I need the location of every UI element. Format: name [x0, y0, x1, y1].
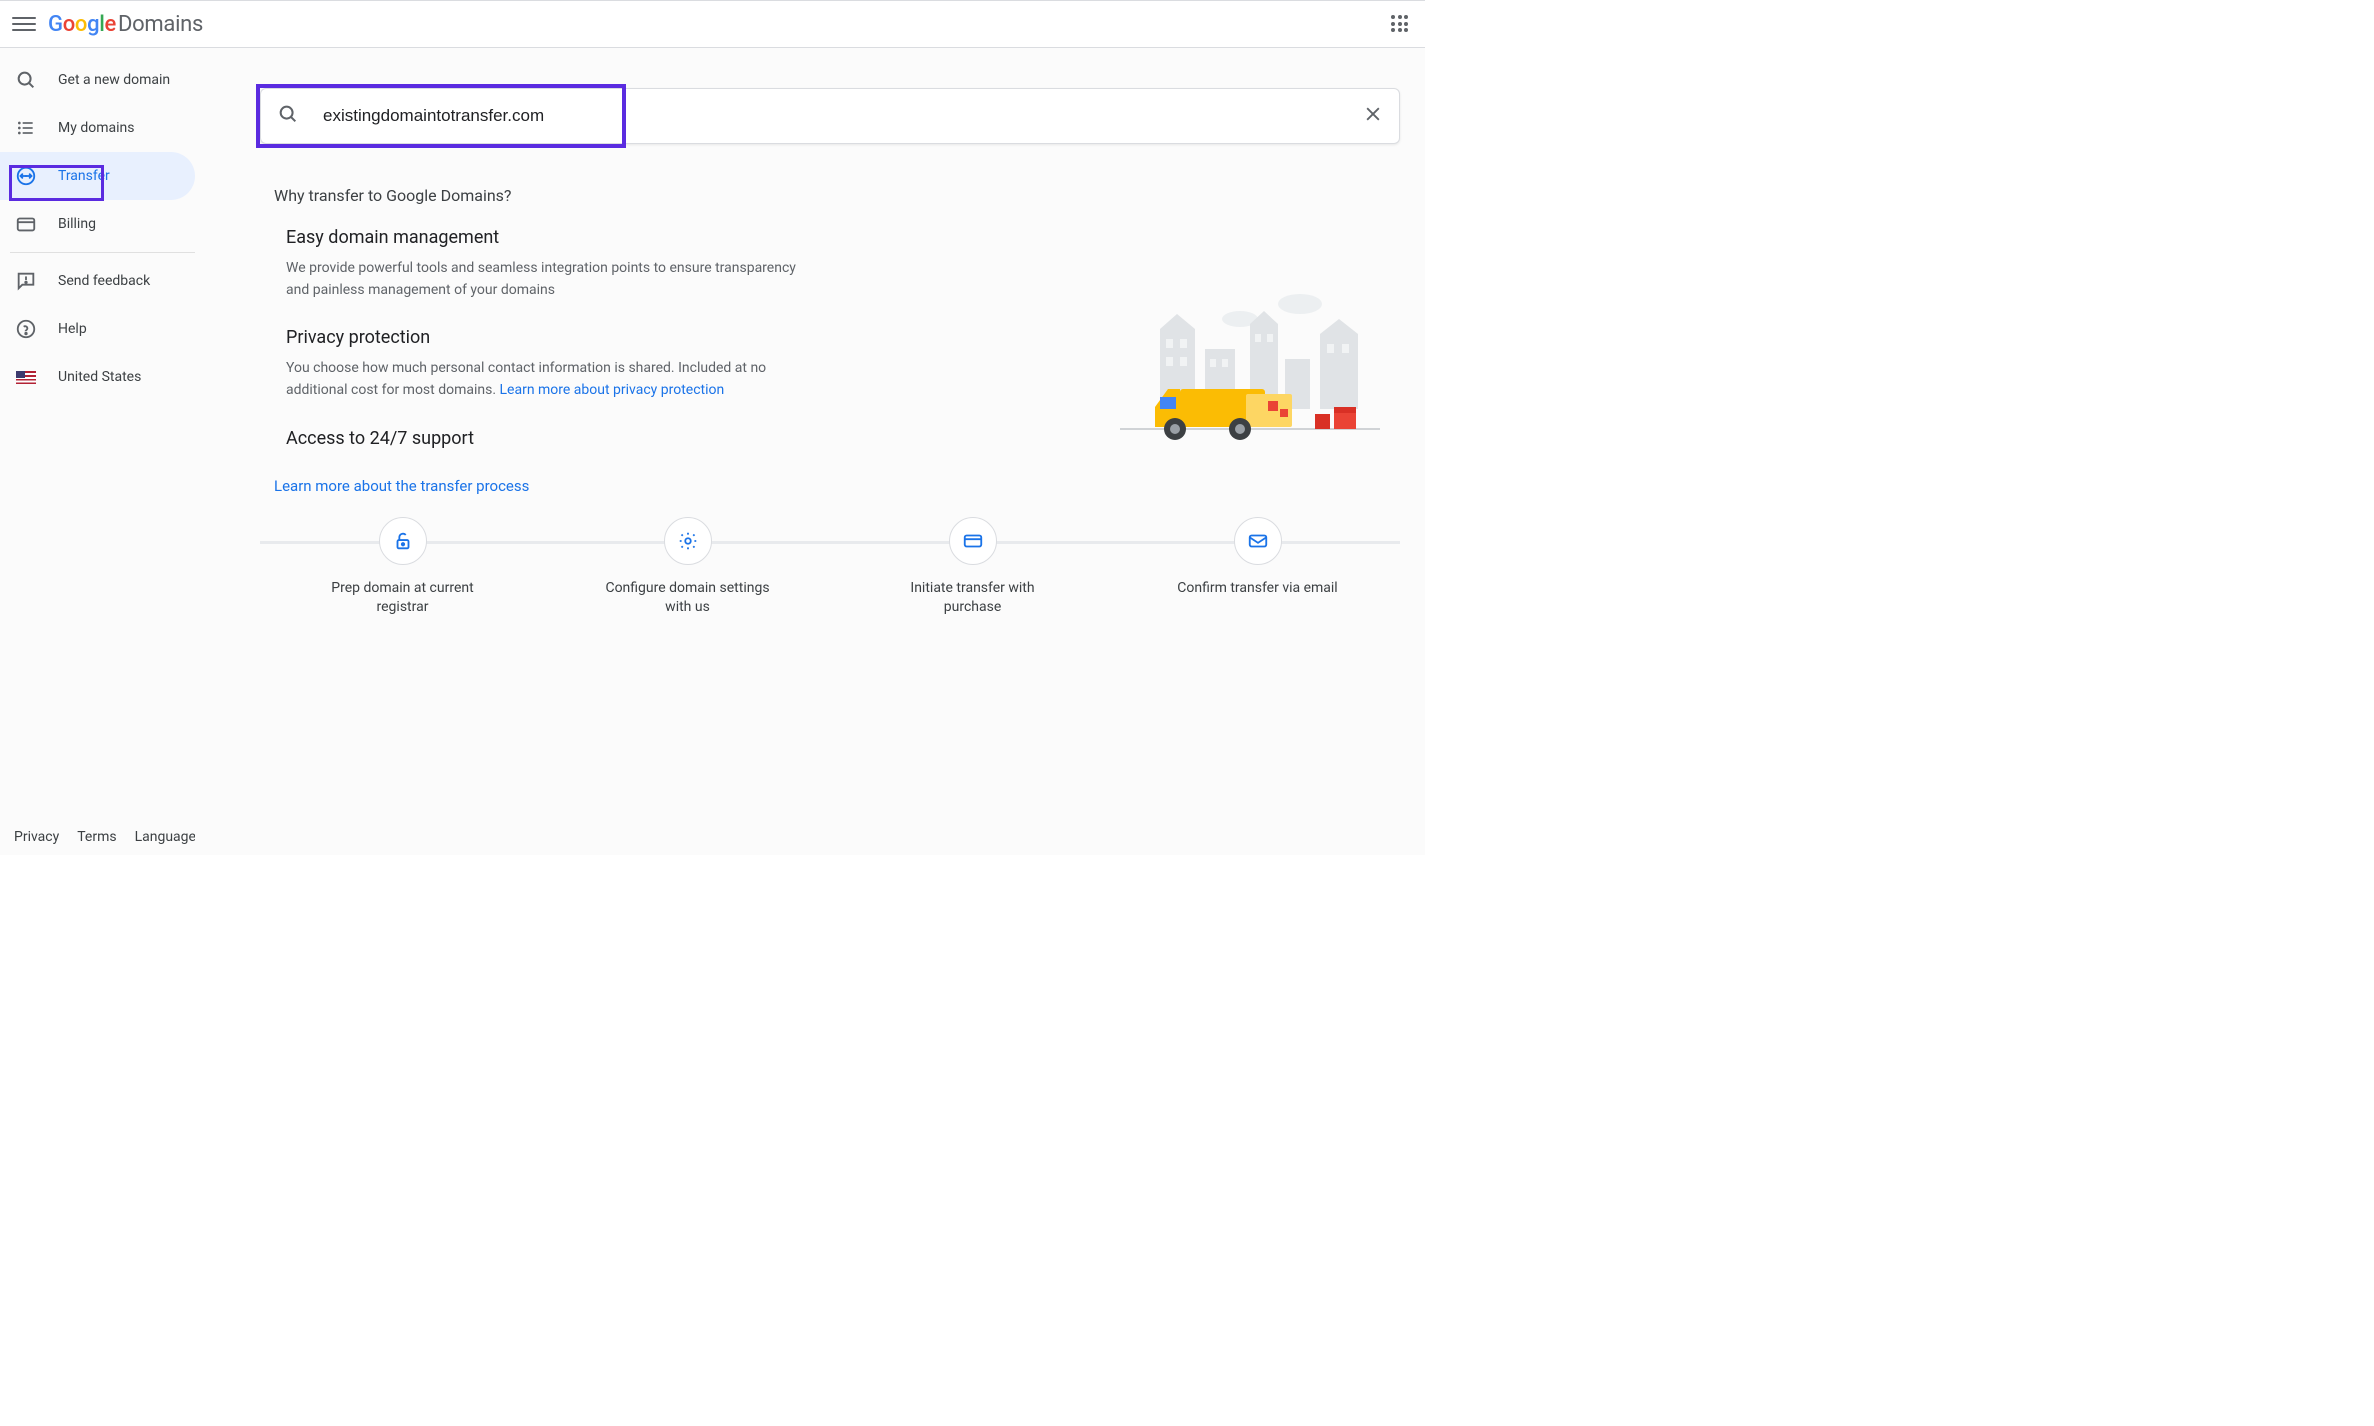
product-name: Domains [118, 12, 203, 37]
credit-card-icon [949, 517, 997, 565]
step-prep: Prep domain at current registrar [260, 517, 545, 618]
transfer-steps: Prep domain at current registrar Configu… [260, 517, 1400, 618]
top-bar: Google Domains [0, 1, 1425, 48]
mail-icon [1234, 517, 1282, 565]
footer-language[interactable]: Language [135, 829, 196, 845]
main-content: Why transfer to Google Domains? Easy dom… [195, 48, 1425, 855]
credit-card-icon [14, 212, 38, 236]
transfer-illustration [816, 227, 1400, 459]
benefits-row: Easy domain management We provide powerf… [286, 227, 1400, 459]
benefit-body: We provide powerful tools and seamless i… [286, 258, 816, 301]
sidebar-item-country[interactable]: United States [0, 353, 195, 401]
step-label: Confirm transfer via email [1168, 579, 1348, 599]
lock-open-icon [379, 517, 427, 565]
benefit-title: Privacy protection [286, 327, 816, 348]
apps-icon[interactable] [1391, 15, 1409, 33]
list-icon [14, 116, 38, 140]
transfer-icon [14, 164, 38, 188]
footer-privacy[interactable]: Privacy [14, 829, 59, 845]
benefit-support: Access to 24/7 support [286, 428, 816, 449]
sidebar-item-billing[interactable]: Billing [0, 200, 195, 248]
sidebar-item-label: Get a new domain [58, 72, 170, 88]
footer-terms[interactable]: Terms [77, 829, 116, 845]
gear-icon [664, 517, 712, 565]
benefit-privacy: Privacy protection You choose how much p… [286, 327, 816, 401]
feedback-icon [14, 269, 38, 293]
product-logo[interactable]: Google Domains [48, 12, 203, 37]
search-wrap [260, 88, 1400, 144]
sidebar-item-label: Transfer [58, 168, 110, 184]
sidebar-item-label: My domains [58, 120, 134, 136]
sidebar-item-label: Send feedback [58, 273, 150, 289]
help-icon [14, 317, 38, 341]
transfer-search-input[interactable] [323, 106, 1363, 126]
sidebar: Get a new domain My domains Transfer Bil… [0, 48, 195, 855]
menu-icon[interactable] [12, 12, 36, 36]
sidebar-item-my-domains[interactable]: My domains [0, 104, 195, 152]
step-initiate: Initiate transfer with purchase [830, 517, 1115, 618]
flag-us-icon [14, 365, 38, 389]
privacy-learn-more-link[interactable]: Learn more about privacy protection [500, 382, 725, 398]
step-label: Prep domain at current registrar [313, 579, 493, 618]
benefit-body: You choose how much personal contact inf… [286, 358, 816, 401]
benefit-title: Access to 24/7 support [286, 428, 816, 449]
sidebar-item-send-feedback[interactable]: Send feedback [0, 257, 195, 305]
sidebar-item-label: United States [58, 369, 141, 385]
learn-transfer-process-link[interactable]: Learn more about the transfer process [274, 477, 1400, 495]
step-label: Initiate transfer with purchase [883, 579, 1063, 618]
sidebar-item-help[interactable]: Help [0, 305, 195, 353]
step-configure: Configure domain settings with us [545, 517, 830, 618]
search-icon [14, 68, 38, 92]
footer-links: Privacy Terms Language [14, 829, 196, 845]
benefit-title: Easy domain management [286, 227, 816, 248]
why-transfer-title: Why transfer to Google Domains? [274, 186, 1400, 205]
transfer-search-bar[interactable] [260, 88, 1400, 144]
sidebar-item-get-a-new-domain[interactable]: Get a new domain [0, 56, 195, 104]
clear-icon[interactable] [1363, 104, 1383, 128]
step-label: Configure domain settings with us [598, 579, 778, 618]
sidebar-item-label: Billing [58, 216, 96, 232]
step-confirm: Confirm transfer via email [1115, 517, 1400, 599]
sidebar-divider [10, 252, 195, 253]
sidebar-item-transfer[interactable]: Transfer [0, 152, 195, 200]
sidebar-item-label: Help [58, 321, 87, 337]
benefit-easy-management: Easy domain management We provide powerf… [286, 227, 816, 301]
search-icon [277, 103, 299, 129]
